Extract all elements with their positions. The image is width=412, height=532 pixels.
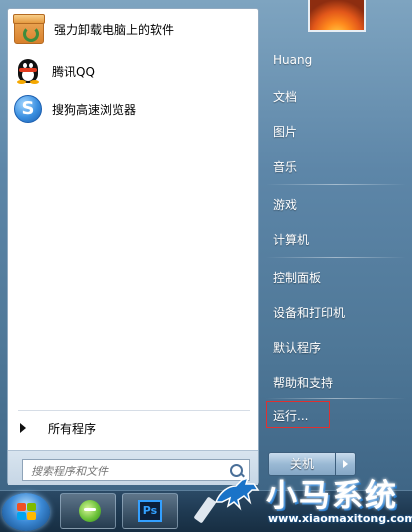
program-item-qq[interactable]: 腾讯QQ <box>14 55 254 87</box>
ie-browser-icon <box>79 500 101 522</box>
taskbar-ie-button[interactable] <box>60 493 116 529</box>
qq-penguin-icon <box>14 57 42 85</box>
divider <box>266 398 406 399</box>
programs-pane: 强力卸载电脑上的软件 腾讯QQ S 搜狗高速浏览器 所有程序 <box>7 8 259 485</box>
program-label: 强力卸载电脑上的软件 <box>54 22 175 37</box>
menu-item-devices-printers[interactable]: 设备和打印机 <box>273 304 345 321</box>
photoshop-icon: Ps <box>138 500 162 522</box>
menu-item-help-support[interactable]: 帮助和支持 <box>273 374 333 391</box>
taskbar-photoshop-button[interactable]: Ps <box>122 493 178 529</box>
user-avatar[interactable] <box>308 0 366 32</box>
program-item-uninstaller[interactable]: 强力卸载电脑上的软件 <box>13 13 254 45</box>
program-label: 腾讯QQ <box>52 64 95 79</box>
shutdown-options-arrow-icon[interactable] <box>336 452 356 476</box>
sogou-browser-icon: S <box>14 95 42 123</box>
menu-item-control-panel[interactable]: 控制面板 <box>273 269 321 286</box>
all-programs-label: 所有程序 <box>48 421 97 436</box>
divider <box>18 410 250 411</box>
search-input[interactable] <box>29 461 229 481</box>
menu-item-user[interactable]: Huang <box>273 53 312 67</box>
search-icon[interactable] <box>230 464 243 477</box>
search-area <box>8 450 258 485</box>
menu-item-music[interactable]: 音乐 <box>273 158 297 175</box>
menu-item-computer[interactable]: 计算机 <box>273 231 309 248</box>
menu-item-default-programs[interactable]: 默认程序 <box>273 339 321 356</box>
shutdown-button[interactable]: 关机 <box>268 452 336 476</box>
uninstall-box-icon <box>13 14 45 44</box>
start-orb[interactable] <box>2 493 50 531</box>
program-label: 搜狗高速浏览器 <box>52 102 137 117</box>
start-menu: 强力卸载电脑上的软件 腾讯QQ S 搜狗高速浏览器 所有程序 Huang 文 <box>0 0 412 490</box>
arrow-right-icon <box>20 423 26 433</box>
menu-item-games[interactable]: 游戏 <box>273 196 297 213</box>
all-programs-button[interactable]: 所有程序 <box>16 416 252 440</box>
menu-item-documents[interactable]: 文档 <box>273 88 297 105</box>
divider <box>266 184 406 185</box>
search-box[interactable] <box>22 459 250 481</box>
menu-item-pictures[interactable]: 图片 <box>273 123 297 140</box>
program-item-sogou-browser[interactable]: S 搜狗高速浏览器 <box>14 93 254 125</box>
run-highlight-box <box>266 401 330 428</box>
divider <box>266 257 406 258</box>
